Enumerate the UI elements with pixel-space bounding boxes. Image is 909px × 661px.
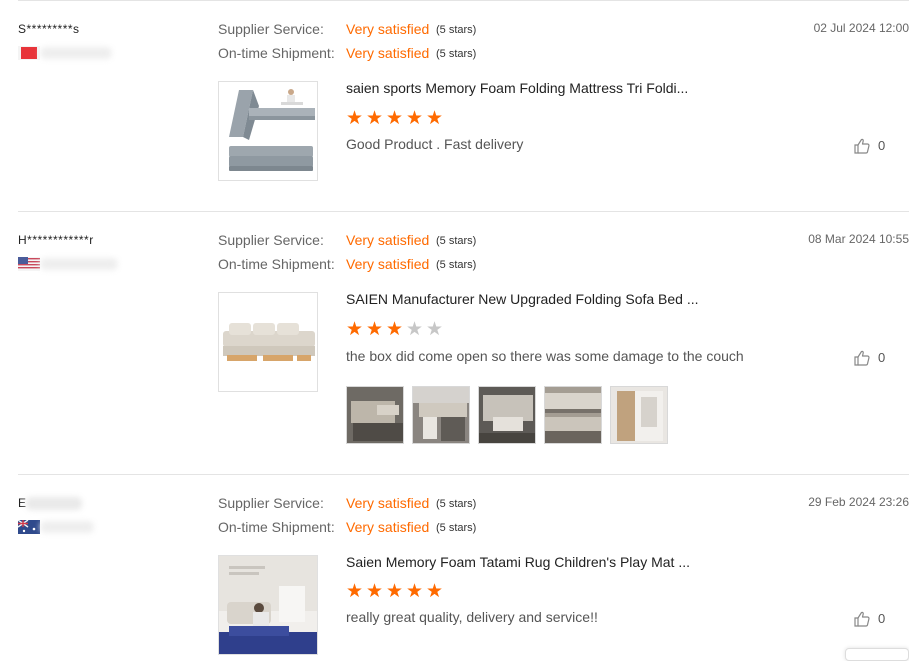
supplier-service-value: Very satisfied: [346, 495, 430, 511]
supplier-service-value: Very satisfied: [346, 21, 430, 37]
review-item: H************r Supplier Service: Very sa…: [0, 211, 909, 475]
thumbs-up-icon: [854, 138, 870, 154]
star-icon: ★: [406, 319, 424, 340]
product-title-link[interactable]: saien sports Memory Foam Folding Mattres…: [346, 80, 688, 96]
star-icon: ★: [366, 108, 384, 129]
product-title-link[interactable]: Saien Memory Foam Tatami Rug Children's …: [346, 554, 690, 570]
like-count: 0: [878, 350, 886, 365]
country-flag-icon: [18, 520, 40, 534]
product-thumbnail[interactable]: [218, 81, 318, 181]
shipment-stars: (5 stars): [436, 48, 477, 60]
supplier-service-stars: (5 stars): [436, 235, 477, 247]
product-thumbnail[interactable]: [218, 292, 318, 392]
review-item: E Supplier Service: Very satisfied (5 st…: [0, 474, 909, 661]
shipment-stars: (5 stars): [436, 259, 477, 271]
divider: [18, 474, 909, 475]
supplier-service-value: Very satisfied: [346, 232, 430, 248]
star-icon: ★: [366, 319, 384, 340]
supplier-service-stars: (5 stars): [436, 24, 477, 36]
rating-stars: ★ ★ ★ ★ ★: [346, 109, 446, 129]
shipment-value: Very satisfied: [346, 256, 430, 272]
shipment-value: Very satisfied: [346, 519, 430, 535]
shipment-stars: (5 stars): [436, 522, 477, 534]
reviewer-name: H************r: [18, 233, 94, 247]
review-date: 08 Mar 2024 10:55: [808, 232, 909, 246]
review-photo[interactable]: [346, 386, 404, 444]
product-thumbnail[interactable]: [218, 555, 318, 655]
review-photo[interactable]: [610, 386, 668, 444]
review-photo[interactable]: [544, 386, 602, 444]
review-comment: really great quality, delivery and servi…: [346, 609, 598, 625]
like-count: 0: [878, 138, 886, 153]
country-flag-icon: [18, 257, 40, 271]
divider: [18, 0, 909, 1]
reviewer-name: E: [18, 496, 82, 510]
star-icon: ★: [406, 108, 424, 129]
rating-stars: ★ ★ ★ ★ ★: [346, 582, 446, 602]
shipment-label: On-time Shipment:: [218, 45, 335, 61]
divider: [18, 211, 909, 212]
review-comment: the box did come open so there was some …: [346, 348, 744, 364]
star-icon: ★: [346, 108, 364, 129]
supplier-service-label: Supplier Service:: [218, 495, 324, 511]
thumbs-up-icon: [854, 611, 870, 627]
star-icon: ★: [346, 319, 364, 340]
reviewer-name: S*********s: [18, 22, 80, 36]
review-item: S*********s Supplier Service: Very satis…: [0, 0, 909, 212]
review-comment: Good Product . Fast delivery: [346, 136, 524, 152]
star-icon: ★: [366, 581, 384, 602]
country-flag-icon: [18, 46, 40, 60]
star-icon: ★: [386, 581, 404, 602]
star-icon: ★: [346, 581, 364, 602]
thumbs-up-icon: [854, 350, 870, 366]
supplier-service-label: Supplier Service:: [218, 21, 324, 37]
shipment-value: Very satisfied: [346, 45, 430, 61]
star-icon: ★: [386, 319, 404, 340]
shipment-label: On-time Shipment:: [218, 519, 335, 535]
review-photo[interactable]: [478, 386, 536, 444]
star-icon: ★: [426, 108, 444, 129]
review-photo[interactable]: [412, 386, 470, 444]
review-date: 02 Jul 2024 12:00: [813, 21, 909, 35]
floating-widget[interactable]: [845, 648, 909, 661]
star-icon: ★: [426, 581, 444, 602]
rating-stars: ★ ★ ★ ★ ★: [346, 320, 446, 340]
star-icon: ★: [386, 108, 404, 129]
like-count: 0: [878, 611, 886, 626]
supplier-service-label: Supplier Service:: [218, 232, 324, 248]
shipment-label: On-time Shipment:: [218, 256, 335, 272]
star-icon: ★: [406, 581, 424, 602]
star-icon: ★: [426, 319, 444, 340]
supplier-service-stars: (5 stars): [436, 498, 477, 510]
review-date: 29 Feb 2024 23:26: [808, 495, 909, 509]
product-title-link[interactable]: SAIEN Manufacturer New Upgraded Folding …: [346, 291, 699, 307]
